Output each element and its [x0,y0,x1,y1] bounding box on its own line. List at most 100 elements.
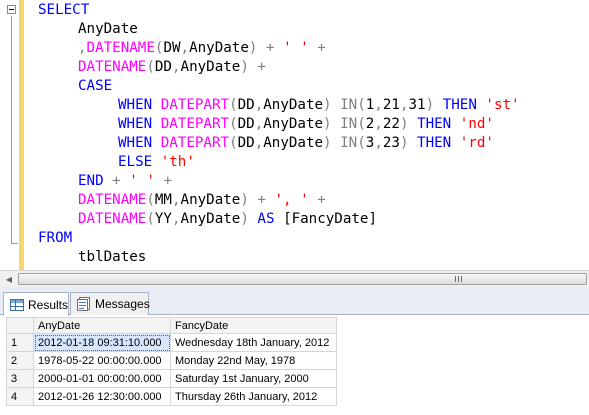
operator-token: ) [240,59,249,75]
cell-fancydate[interactable]: Monday 22nd May, 1978 [170,351,337,370]
operator-token: + [163,173,172,189]
identifier-token: DD [237,116,255,132]
table-row[interactable]: 4 2012-01-26 12:30:00.000 Thursday 26th … [6,387,337,406]
keyword-token: ELSE [118,154,153,170]
column-header-fancydate[interactable]: FancyDate [170,317,337,334]
cell-fancydate[interactable]: Wednesday 18th January, 2012 [170,333,337,352]
identifier-token: YY [154,211,172,227]
row-number[interactable]: 1 [6,333,34,352]
operator-token: , [171,192,181,208]
scrollbar-thumb[interactable] [18,273,587,285]
keyword-token: WHEN [118,97,153,113]
identifier-token [309,40,318,56]
operator-token: + [257,192,266,208]
operator-token: IN [340,135,358,151]
scroll-left-icon[interactable]: ◀ [1,271,17,287]
operator-token: ) [323,97,332,113]
identifier-token: 22 [382,116,400,132]
code-text[interactable]: SELECT AnyDate ,DATENAME(DW,AnyDate) + ' '… [38,1,520,267]
string-token: ', ' [274,192,309,208]
keyword-token: THEN [417,135,452,151]
identifier-token: AnyDate [180,59,241,75]
operator-token: , [374,135,383,151]
identifier-token: AnyDate [180,211,241,227]
identifier-token: DD [237,135,255,151]
operator-token: , [254,116,264,132]
operator-token: ) [323,116,332,132]
identifier-token [152,116,161,132]
function-token: DATEPART [160,135,230,151]
tab-messages-label: Messages [95,297,150,311]
tab-results[interactable]: Results [3,292,69,316]
function-token: DATENAME [78,211,147,227]
keyword-token: THEN [417,116,452,132]
grip-icon [455,276,463,282]
horizontal-scrollbar[interactable]: ◀ [0,270,589,287]
collapse-region-icon[interactable] [7,5,16,14]
string-token: 'th' [160,154,195,170]
messages-icon [77,297,90,311]
operator-token: + [317,40,326,56]
function-token: DATENAME [78,192,147,208]
row-number[interactable]: 4 [6,387,34,406]
identifier-token [332,116,341,132]
cell-anydate[interactable]: 2012-01-18 09:31:10.000 [33,333,171,352]
identifier-token [409,135,418,151]
code-line: SELECT [38,1,520,20]
code-line: FROM [38,229,520,248]
identifier-token [266,192,275,208]
code-line: ,DATENAME(DW,AnyDate) + ' ' + [38,39,520,58]
identifier-token [121,173,130,189]
column-header-anydate[interactable]: AnyDate [33,317,171,334]
grid-header-row: AnyDate FancyDate [6,317,337,334]
keyword-token: WHEN [118,116,153,132]
operator-token: , [374,97,383,113]
code-line: AnyDate [38,20,520,39]
tab-results-label: Results [28,297,69,312]
row-number[interactable]: 2 [6,351,34,370]
cell-anydate[interactable]: 1978-05-22 00:00:00.000 [33,351,171,370]
identifier-token [257,40,266,56]
operator-token: , [399,97,409,113]
code-line: WHEN DATEPART(DD,AnyDate) IN(3,23) THEN … [38,134,520,153]
table-row[interactable]: 1 2012-01-18 09:31:10.000 Wednesday 18th… [6,333,337,352]
operator-token: + [265,40,275,56]
operator-token: ) [425,97,435,113]
tab-messages[interactable]: Messages [70,292,150,315]
code-line: DATENAME(DD,AnyDate) + [38,58,520,77]
sql-editor[interactable]: SELECT AnyDate ,DATENAME(DW,AnyDate) + ' '… [0,0,589,270]
cell-fancydate[interactable]: Thursday 26th January, 2012 [170,387,337,406]
string-token: 'nd' [459,116,494,132]
cell-anydate[interactable]: 2012-01-26 12:30:00.000 [33,387,171,406]
row-number[interactable]: 3 [6,369,34,388]
operator-token: , [254,97,264,113]
operator-token: ( [146,59,155,75]
identifier-token: MM [154,192,172,208]
results-grid[interactable]: AnyDate FancyDate 1 2012-01-18 09:31:10.… [6,317,337,406]
identifier-token [152,135,161,151]
code-line: WHEN DATEPART(DD,AnyDate) IN(1,21,31) TH… [38,96,520,115]
code-line: CASE [38,77,520,96]
operator-token: ( [357,116,366,132]
table-row[interactable]: 2 1978-05-22 00:00:00.000 Monday 22nd Ma… [6,351,337,370]
keyword-token: AS [257,211,275,227]
keyword-token: FROM [38,230,73,246]
code-line: WHEN DATEPART(DD,AnyDate) IN(2,22) THEN … [38,115,520,134]
keyword-token: WHEN [118,135,153,151]
row-number-header[interactable] [6,317,34,334]
table-row[interactable]: 3 2000-01-01 00:00:00.000 Saturday 1st J… [6,369,337,388]
grid-icon [10,298,24,311]
operator-token: , [374,116,383,132]
identifier-token [451,116,460,132]
operator-token: ) [240,192,249,208]
cell-anydate[interactable]: 2000-01-01 00:00:00.000 [33,369,171,388]
operator-token: ) [399,135,409,151]
cell-fancydate[interactable]: Saturday 1st January, 2000 [170,369,337,388]
function-token: DATEPART [160,116,230,132]
identifier-token: 31 [408,97,426,113]
identifier-token [275,211,284,227]
identifier-token [275,40,284,56]
operator-token: , [171,59,181,75]
code-line: tblDates [38,248,520,267]
outline-guide-end [11,243,18,244]
